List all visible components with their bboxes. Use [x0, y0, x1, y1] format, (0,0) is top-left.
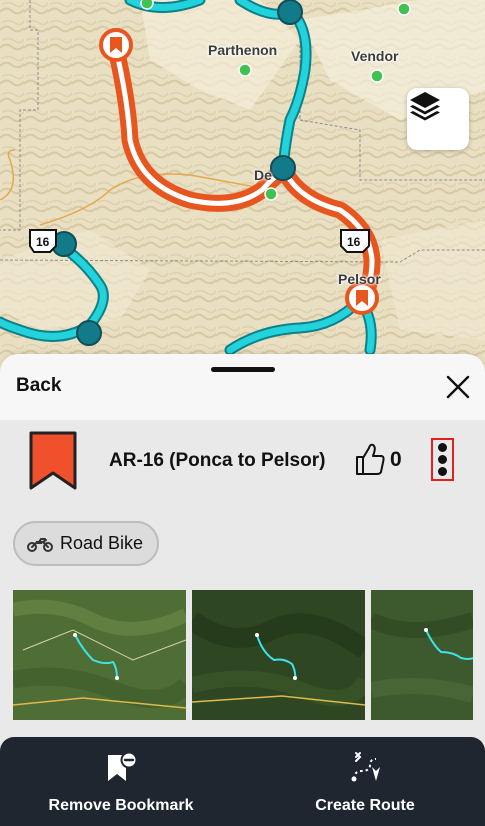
create-route-button[interactable]: Create Route — [300, 737, 430, 826]
waypoint-marker[interactable] — [277, 0, 303, 25]
remove-bookmark-icon — [108, 751, 138, 781]
motorcycle-icon — [27, 537, 53, 552]
route-thumbnail[interactable] — [13, 590, 186, 720]
route-thumbnail[interactable] — [371, 590, 473, 720]
remove-bookmark-label: Remove Bookmark — [48, 797, 194, 814]
close-button[interactable] — [444, 373, 472, 401]
more-dot — [438, 455, 447, 464]
route-title: AR-16 (Ponca to Pelsor) — [109, 450, 326, 471]
sheet-grabber-handle[interactable] — [211, 367, 275, 372]
highway-shield-number: 16 — [347, 235, 361, 249]
route-end-bookmark-marker[interactable] — [345, 281, 379, 315]
bottom-action-bar: Remove Bookmark Create Route — [0, 737, 485, 826]
highway-shield: 16 — [340, 229, 370, 253]
close-icon — [446, 375, 470, 399]
waypoint-marker[interactable] — [76, 320, 102, 346]
waypoint-marker[interactable] — [270, 155, 296, 181]
map-label-vendor: Vendor — [351, 48, 399, 64]
tag-label: Road Bike — [60, 533, 144, 553]
remove-bookmark-button[interactable]: Remove Bookmark — [41, 737, 201, 826]
satellite-thumbnail-image — [192, 590, 365, 720]
highway-shield-number: 16 — [36, 235, 50, 249]
bookmark-icon — [29, 431, 77, 490]
map-label-parthenon: Parthenon — [208, 42, 278, 58]
layers-icon — [410, 92, 440, 121]
map-label-pelsor: Pelsor — [338, 271, 381, 287]
like-count: 0 — [390, 448, 402, 471]
highway-shield: 16 — [29, 229, 57, 253]
satellite-thumbnail-image — [371, 590, 473, 720]
thumbs-up-icon[interactable] — [354, 442, 386, 476]
route-map[interactable]: 16 16 Parthenon Vendor De Pelsor — [0, 0, 485, 372]
more-options-button[interactable] — [431, 438, 454, 481]
more-dot — [438, 443, 447, 452]
map-label-deer: De — [254, 167, 272, 183]
route-thumbnail[interactable] — [192, 590, 365, 720]
satellite-thumbnail-image — [13, 590, 186, 720]
road-bike-tag[interactable]: Road Bike — [13, 521, 160, 566]
route-start-bookmark-marker[interactable] — [99, 28, 133, 62]
route-sheet-header: Back — [0, 354, 485, 420]
back-button[interactable]: Back — [16, 375, 61, 397]
route-detail: AR-16 (Ponca to Pelsor) 0 Road Bike — [0, 420, 485, 738]
map-layers-button[interactable] — [407, 88, 469, 150]
more-dot — [438, 467, 447, 476]
create-route-icon — [351, 752, 380, 782]
create-route-label: Create Route — [315, 797, 415, 814]
